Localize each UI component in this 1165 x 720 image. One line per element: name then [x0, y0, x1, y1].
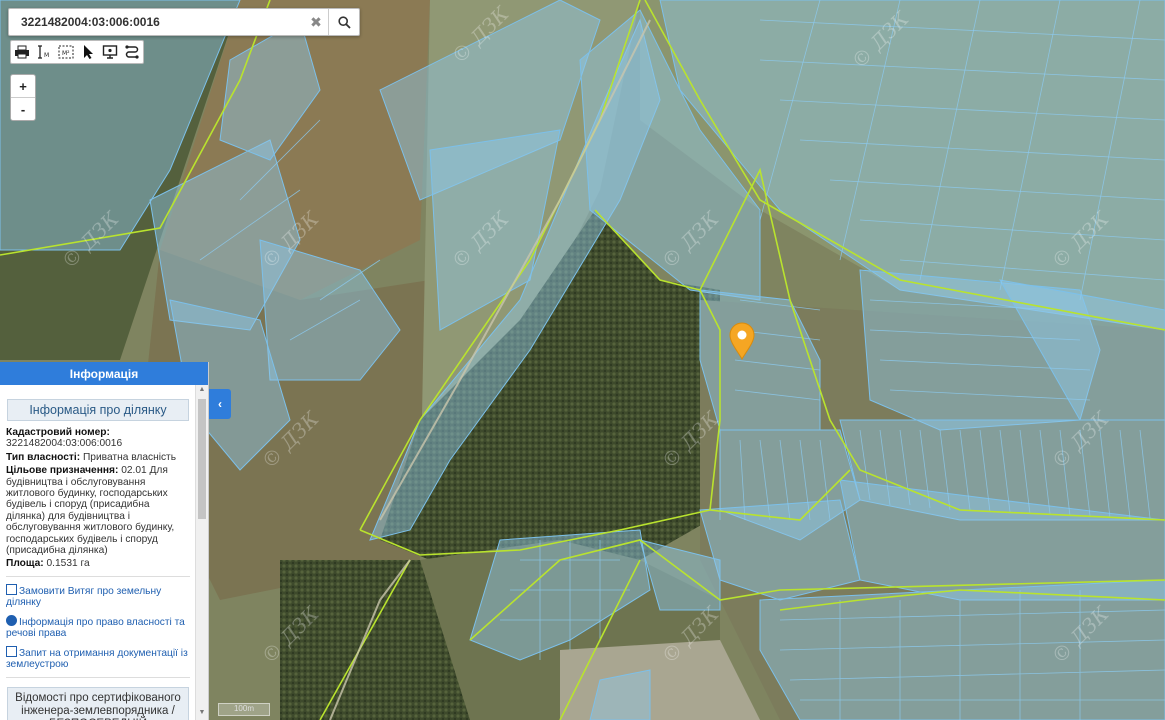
search-icon	[337, 15, 351, 29]
parcel-info: Кадастровий номер: 3221482004:03:006:001…	[6, 427, 190, 570]
panel-body: Інформація про ділянку Кадастровий номер…	[0, 385, 196, 720]
zoom-out-button[interactable]: -	[11, 97, 35, 120]
order-extract-label: Замовити Витяг про земельну ділянку	[6, 585, 162, 608]
ownership-info-label: Інформація про право власності та речові…	[6, 616, 185, 639]
order-extract-link[interactable]: Замовити Витяг про земельну ділянку	[6, 583, 190, 608]
measure-m-label: M	[44, 52, 49, 59]
ownership-value: Приватна власність	[82, 451, 177, 463]
area-label: Площа:	[6, 558, 44, 570]
measure-area-icon[interactable]: M²	[55, 41, 77, 63]
clear-icon[interactable]: ✖	[304, 9, 328, 35]
cadastral-label: Кадастровий номер:	[6, 427, 110, 438]
document-icon	[6, 645, 17, 657]
search-bar: ✖	[8, 8, 360, 36]
ownership-label: Тип власності:	[6, 451, 81, 463]
ownership-info-link[interactable]: Інформація про право власності та речові…	[6, 614, 190, 639]
document-icon	[6, 583, 17, 595]
chevron-left-icon: ‹	[218, 397, 222, 411]
panel-scrollbar[interactable]: ▲ ▼	[195, 385, 208, 720]
collapse-panel-button[interactable]: ‹	[209, 389, 231, 419]
cadastral-value: 3221482004:03:006:0016	[6, 438, 123, 450]
area-value: 0.1531 га	[46, 558, 90, 570]
print-icon[interactable]	[11, 41, 33, 63]
documentation-request-label: Запит на отримання документації із земле…	[6, 647, 188, 670]
scroll-down-icon[interactable]: ▼	[196, 709, 208, 719]
purpose-label: Цільове призначення:	[6, 465, 119, 477]
panel-header: Інформація	[0, 362, 208, 385]
pointer-icon[interactable]	[77, 41, 99, 63]
layers-path-icon[interactable]	[121, 41, 143, 63]
zoom-in-button[interactable]: +	[11, 75, 35, 97]
info-panel: Інформація Інформація про ділянку Кадаст…	[0, 362, 209, 720]
engineer-info-title: Відомості про сертифікованого інженера-з…	[7, 686, 189, 720]
documentation-request-link[interactable]: Запит на отримання документації із земле…	[6, 645, 190, 670]
measure-m2-label: M²	[62, 50, 70, 57]
search-button[interactable]	[328, 9, 359, 35]
purpose-value: 02.01 Для будівництва і обслуговування ж…	[6, 465, 175, 557]
search-input[interactable]	[9, 9, 304, 35]
scrollbar-thumb[interactable]	[198, 399, 206, 519]
measure-distance-icon[interactable]: M	[33, 41, 55, 63]
info-icon	[6, 614, 17, 626]
section-title: Інформація про ділянку	[7, 399, 189, 421]
scroll-up-icon[interactable]: ▲	[196, 386, 208, 396]
screen-icon[interactable]	[99, 41, 121, 63]
panel-links: Замовити Витяг про земельну ділянку Інфо…	[6, 583, 190, 670]
scale-bar: 100m	[218, 703, 270, 716]
zoom-control: + -	[10, 74, 36, 121]
map-toolbar: M M²	[10, 40, 144, 64]
